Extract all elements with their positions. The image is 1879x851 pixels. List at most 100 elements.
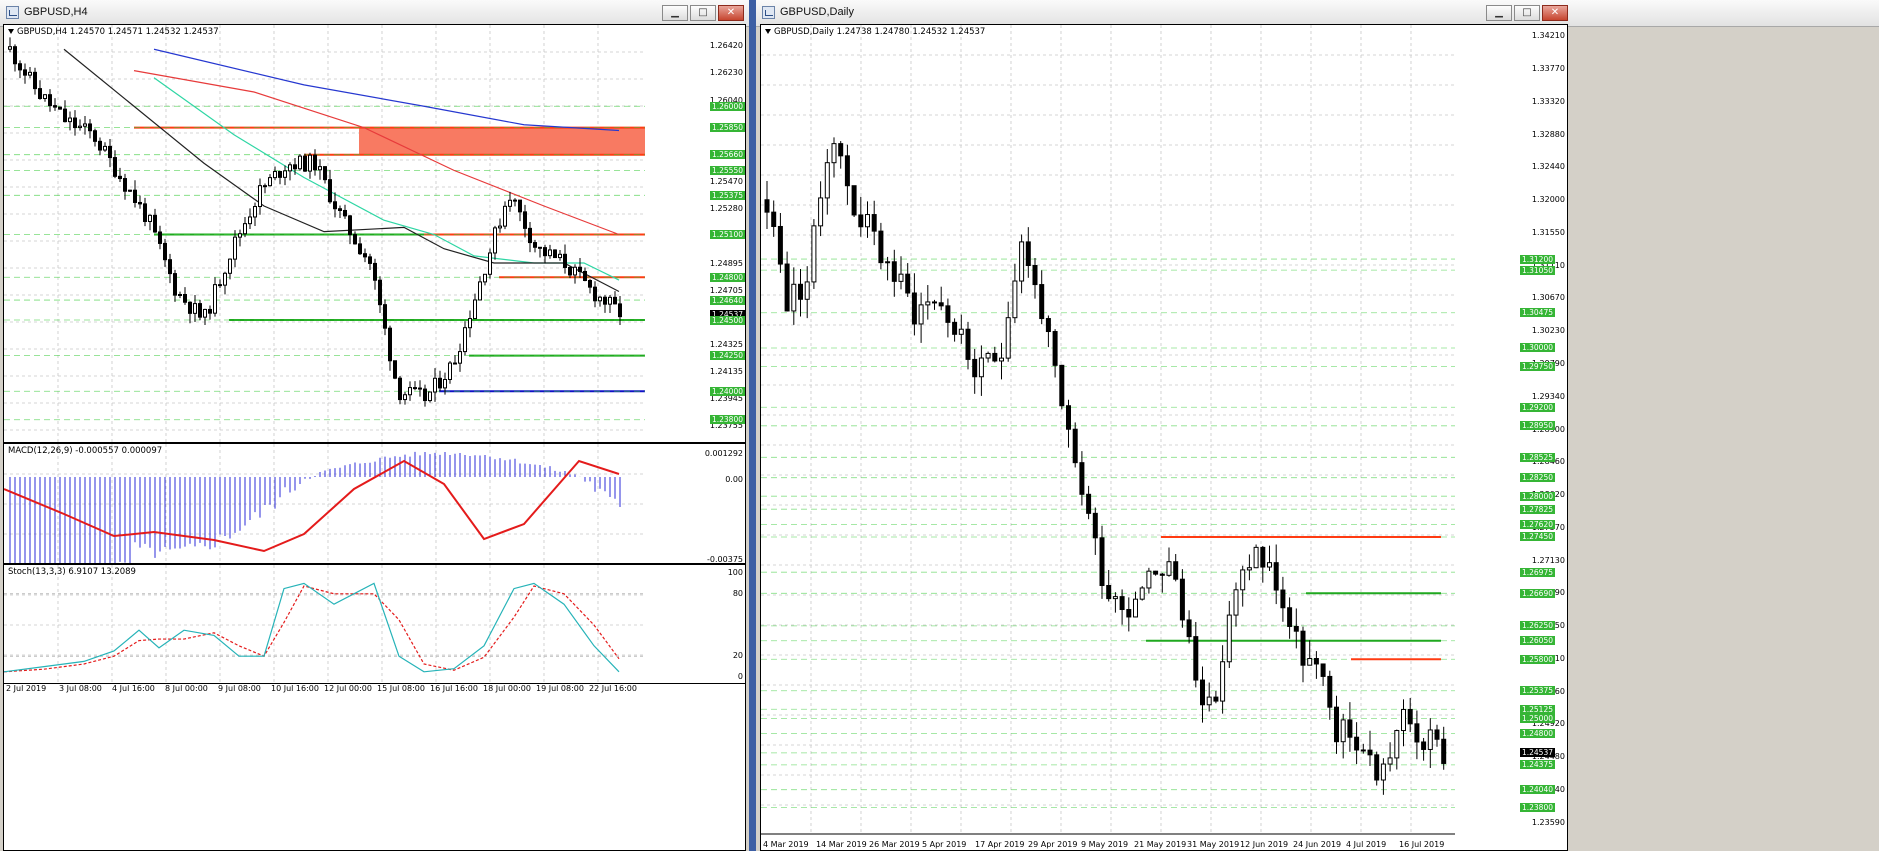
candle-body (143, 203, 147, 222)
candle-body (323, 166, 327, 181)
candle-body (891, 261, 897, 282)
candle-body (1045, 318, 1051, 333)
candle-body (1360, 749, 1366, 752)
price-chart-h4[interactable]: GBPUSD,H4 1.24570 1.24571 1.24532 1.2453… (3, 24, 746, 443)
candle-body (553, 249, 557, 259)
maximize-button[interactable]: □ (690, 5, 716, 21)
window-titlebar[interactable]: GBPUSD,Daily ▁ □ ✕ (756, 0, 1879, 27)
level-price-tag: 1.29200 (1519, 402, 1555, 412)
time-axis-label: 17 Apr 2019 (975, 840, 1025, 849)
candle-body (158, 231, 162, 244)
candle-body (288, 164, 292, 172)
close-button[interactable]: ✕ (718, 5, 744, 21)
price-tick-label: 1.33320 (1531, 96, 1565, 106)
candle-body (918, 304, 924, 325)
candle-body (113, 157, 117, 177)
candle-body (1153, 570, 1159, 575)
level-price-tag: 1.24000 (709, 386, 745, 396)
chart-window-icon (762, 6, 775, 19)
level-price-tag: 1.28950 (1519, 421, 1555, 431)
level-price-tag: 1.30475 (1519, 308, 1555, 318)
price-tick-label: 1.26230 (709, 68, 743, 78)
maximize-button[interactable]: □ (1514, 5, 1540, 21)
level-price-tag: 1.26690 (1519, 588, 1555, 598)
candle-body (1300, 630, 1306, 666)
candle-body (1159, 573, 1165, 576)
level-price-tag: 1.24250 (709, 351, 745, 361)
candle-body (103, 145, 107, 151)
candle-body (148, 214, 152, 222)
candle-body (804, 281, 810, 300)
candle-body (1293, 625, 1299, 632)
candle-body (138, 201, 142, 205)
candle-body (588, 279, 592, 288)
candle-body (1213, 696, 1219, 702)
candle-body (1052, 331, 1058, 366)
candle-body (985, 352, 991, 359)
candle-body (448, 362, 452, 380)
candle-body (188, 301, 192, 314)
time-axis-label: 4 Mar 2019 (763, 840, 809, 849)
symbol-ohlc-label: GBPUSD,H4 1.24570 1.24571 1.24532 1.2453… (17, 27, 219, 37)
time-axis-label: 24 Jun 2019 (1293, 840, 1342, 849)
stochastic-canvas (4, 565, 647, 683)
candle-body (1025, 241, 1031, 267)
candle-body (824, 162, 830, 199)
candle-body (438, 377, 442, 389)
macd-tick-label: 0.00 (725, 475, 743, 484)
candle-body (548, 249, 552, 257)
minimize-button[interactable]: ▁ (1486, 5, 1512, 21)
candle-body (308, 154, 312, 172)
close-button[interactable]: ✕ (1542, 5, 1568, 21)
time-axis-label: 26 Mar 2019 (869, 840, 920, 849)
candle-body (1179, 578, 1185, 621)
candle-body (173, 273, 177, 296)
time-axis-label: 22 Jul 16:00 (589, 684, 637, 693)
candle-body (1280, 589, 1286, 609)
macd-tick-label: -0.00375 (707, 555, 743, 564)
candle-body (613, 296, 617, 305)
candle-body (118, 175, 122, 180)
candle-body (153, 214, 157, 233)
candle-body (1414, 723, 1420, 743)
candle-body (28, 71, 32, 76)
candle-body (463, 327, 467, 353)
price-tick-label: 1.24895 (709, 258, 743, 268)
candle-body (313, 154, 317, 171)
candle-body (503, 205, 507, 227)
candle-body (965, 328, 971, 360)
price-chart-daily[interactable]: GBPUSD,Daily 1.24738 1.24780 1.24532 1.2… (760, 24, 1568, 851)
window-splitter[interactable] (749, 0, 756, 851)
level-price-tag: 1.26000 (709, 101, 745, 111)
stochastic-subwindow[interactable]: Stoch(13,3,3) 6.9107 13.2089 100 80 20 0 (3, 564, 746, 684)
time-axis-label: 2 Jul 2019 (6, 684, 47, 693)
candle-body (1119, 596, 1125, 611)
chart-window-h4[interactable]: GBPUSD,H4 ▁ □ ✕ GBPUSD,H4 1.24570 1.2457… (0, 0, 749, 851)
candle-body (838, 143, 844, 157)
candle-body (373, 262, 377, 281)
candle-body (952, 321, 958, 335)
candle-body (218, 284, 222, 287)
macd-canvas (4, 444, 647, 563)
candle-body (1086, 493, 1092, 514)
candle-body (528, 227, 532, 244)
level-price-tag: 1.26975 (1519, 567, 1555, 577)
candle-body (248, 216, 252, 225)
macd-subwindow[interactable]: MACD(12,26,9) -0.000557 0.000097 0.00129… (3, 443, 746, 564)
level-price-tag: 1.24640 (709, 295, 745, 305)
time-axis-label: 31 May 2019 (1187, 840, 1240, 849)
candle-body (1079, 462, 1085, 495)
chart-window-daily[interactable]: GBPUSD,Daily ▁ □ ✕ GBPUSD,Daily 1.24738 … (756, 0, 1879, 851)
minimize-button[interactable]: ▁ (662, 5, 688, 21)
stoch-signal-line (4, 585, 620, 673)
level-price-tag: 1.25850 (709, 123, 745, 133)
candle-body (253, 206, 257, 218)
candle-body (18, 63, 22, 71)
window-titlebar[interactable]: GBPUSD,H4 ▁ □ ✕ (0, 0, 749, 27)
stochastic-axis: 100 80 20 0 (645, 565, 745, 683)
candle-body (488, 252, 492, 275)
candle-body (1099, 537, 1105, 587)
price-chart-canvas (761, 25, 1567, 835)
candle-body (771, 211, 777, 227)
candle-body (198, 303, 202, 318)
